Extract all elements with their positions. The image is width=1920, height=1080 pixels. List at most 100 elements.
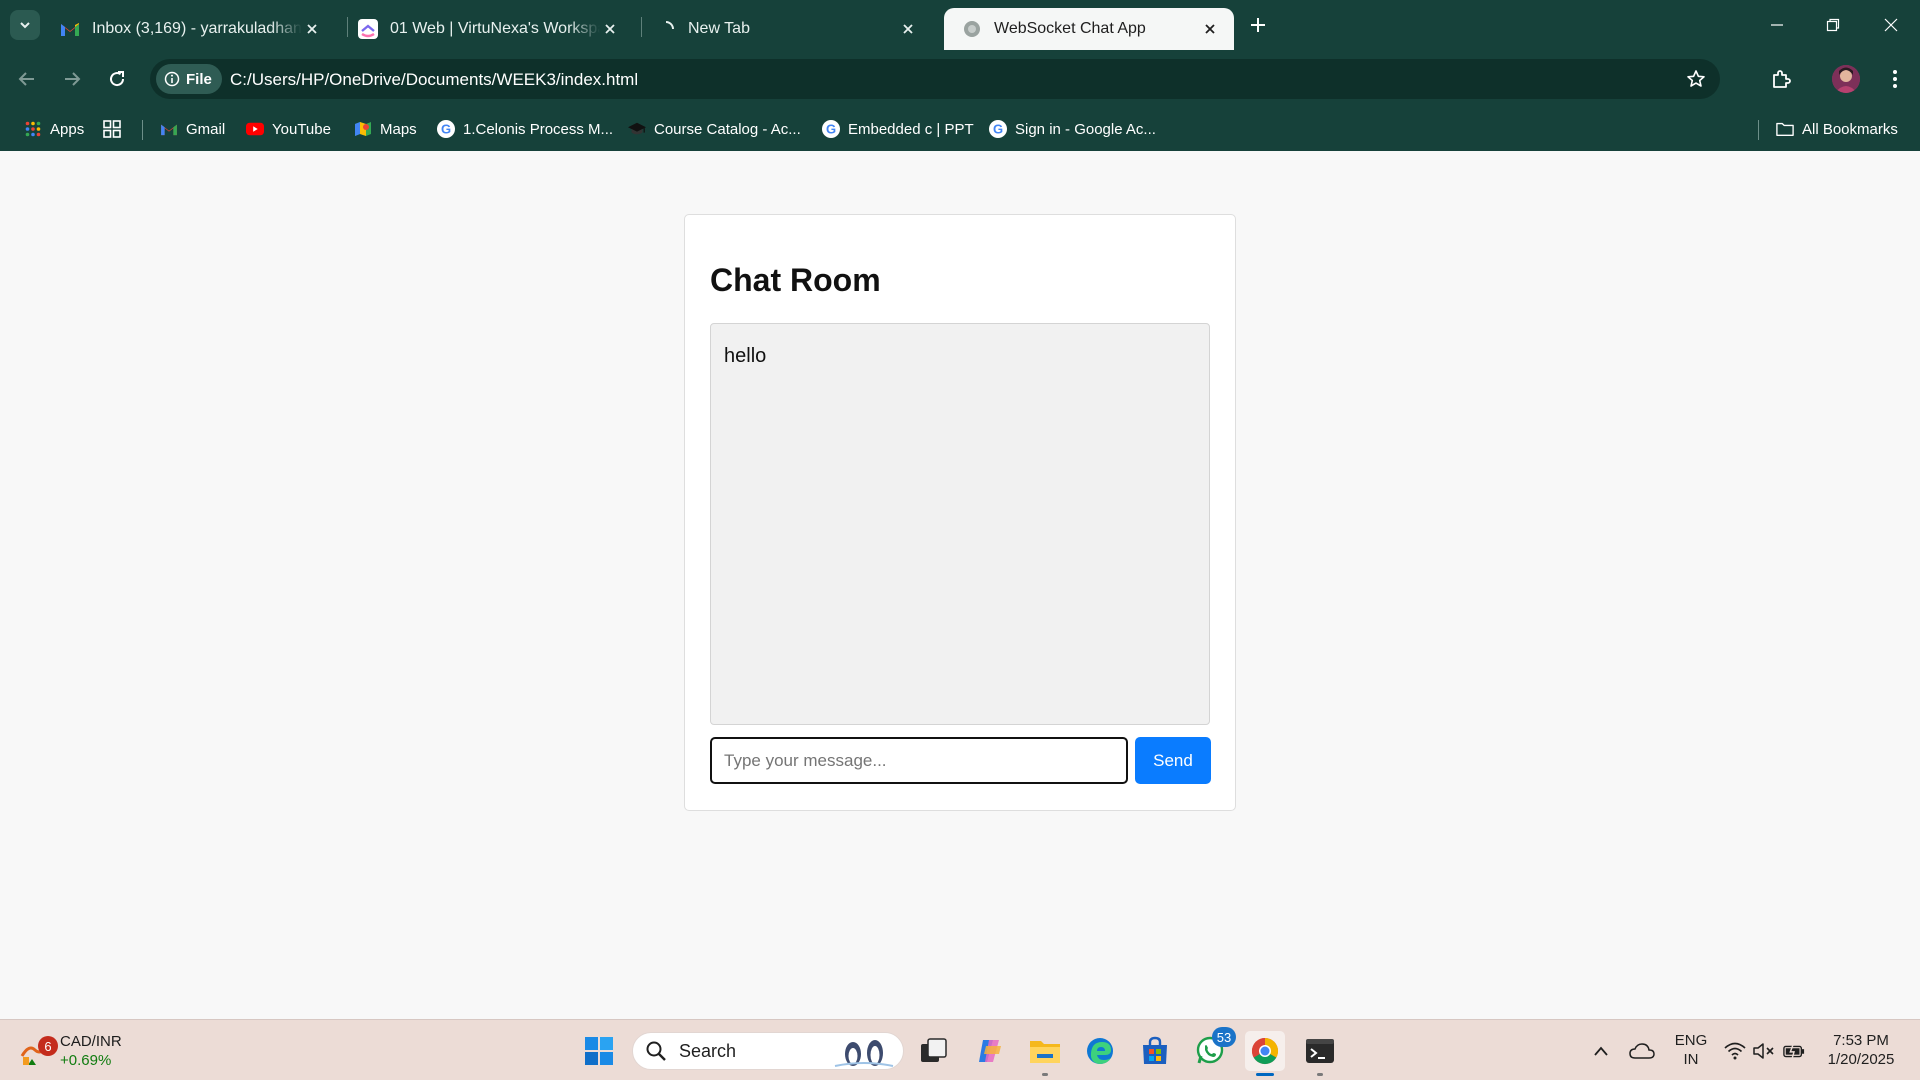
tab-groups-icon (103, 120, 121, 138)
chat-message: hello (724, 345, 767, 367)
whatsapp-button[interactable]: 53 (1190, 1027, 1236, 1071)
bookmark-course-catalog[interactable]: Course Catalog - Ac... (628, 116, 801, 142)
minimize-icon (1771, 24, 1783, 26)
page-title: Chat Room (710, 262, 881, 298)
restore-icon (1826, 18, 1840, 32)
store-icon (1143, 1036, 1167, 1064)
region-code: IN (1683, 1051, 1699, 1068)
close-tab-icon[interactable] (898, 19, 918, 39)
search-label: Search (679, 1040, 737, 1061)
bookmark-gmail[interactable]: Gmail (160, 116, 225, 142)
forward-button[interactable] (57, 64, 87, 94)
minimize-button[interactable] (1764, 12, 1790, 38)
loading-spinner-icon (656, 19, 676, 39)
file-explorer-button[interactable] (1025, 1031, 1065, 1076)
browser-tab-strip: Inbox (3,169) - yarrakuladhanalakshmi 01… (0, 0, 1920, 50)
bookmarks-separator (1758, 120, 1759, 140)
bookmark-youtube[interactable]: YouTube (246, 116, 331, 142)
edge-button[interactable] (1080, 1031, 1120, 1071)
terminal-icon (1306, 1039, 1334, 1063)
wifi-status[interactable] (1724, 1040, 1746, 1062)
start-button[interactable] (579, 1031, 619, 1071)
tab-search-button[interactable] (10, 10, 40, 40)
search-highlight-penguins-icon (834, 1040, 894, 1067)
all-bookmarks-label: All Bookmarks (1802, 120, 1898, 138)
bookmark-celonis[interactable]: G 1.Celonis Process M... (437, 116, 613, 142)
site-info-chip[interactable]: File (156, 64, 222, 94)
chat-container: Chat Room hello Send (684, 214, 1236, 811)
clock-date: 1/20/2025 (1827, 1051, 1895, 1068)
bookmark-label: YouTube (272, 120, 331, 138)
copilot-button[interactable] (970, 1031, 1010, 1071)
terminal-button[interactable] (1300, 1031, 1340, 1076)
gmail-icon (60, 19, 80, 39)
bookmarks-bar: Apps Gmail YouTube Maps G 1.Celonis Proc… (0, 108, 1920, 151)
svg-text:G: G (993, 122, 1003, 137)
page-viewport: Chat Room hello Send (0, 151, 1920, 1019)
youtube-icon (246, 120, 264, 138)
star-icon (1687, 70, 1705, 87)
tab-new-tab[interactable]: New Tab (638, 8, 932, 50)
tab-title: WebSocket Chat App (994, 20, 1146, 37)
tab-groups-button[interactable] (103, 116, 129, 142)
graduation-cap-icon (628, 120, 646, 138)
bookmark-apps[interactable]: Apps (24, 116, 84, 142)
address-bar[interactable]: File C:/Users/HP/OneDrive/Documents/WEEK… (150, 59, 1720, 99)
google-icon: G (437, 120, 455, 138)
chrome-button[interactable] (1245, 1031, 1285, 1076)
show-hidden-icons-button[interactable] (1590, 1040, 1612, 1062)
profile-avatar[interactable] (1832, 65, 1860, 93)
clock[interactable]: 7:53 PM 1/20/2025 (1818, 1031, 1904, 1069)
bookmark-label: Sign in - Google Ac... (1015, 120, 1156, 138)
task-view-button[interactable] (914, 1031, 954, 1071)
bookmark-google-sign-in[interactable]: G Sign in - Google Ac... (989, 116, 1156, 142)
google-icon: G (989, 120, 1007, 138)
plus-icon (1251, 18, 1265, 32)
battery-status[interactable] (1783, 1040, 1805, 1062)
tab-title: New Tab (688, 20, 750, 37)
tab-virtunexa-workspace[interactable]: 01 Web | VirtuNexa's Workspace (340, 8, 634, 50)
bookmark-embedded-c[interactable]: G Embedded c | PPT (822, 116, 974, 142)
url-text[interactable]: C:/Users/HP/OneDrive/Documents/WEEK3/ind… (230, 70, 638, 90)
clickup-icon (358, 19, 378, 39)
extensions-button[interactable] (1766, 64, 1796, 94)
close-window-button[interactable] (1878, 12, 1904, 38)
bookmark-star-button[interactable] (1684, 67, 1708, 91)
messages-panel[interactable]: hello (710, 323, 1210, 725)
more-vertical-icon (1893, 70, 1897, 88)
close-tab-icon[interactable] (1200, 19, 1220, 39)
language-code: ENG (1674, 1032, 1708, 1049)
puzzle-icon (1773, 70, 1791, 88)
bookmark-maps[interactable]: Maps (354, 116, 417, 142)
weather-currency-widget[interactable]: 6 CAD/INR +0.69% (20, 1029, 122, 1073)
widget-title: CAD/INR (60, 1033, 122, 1050)
apps-grid-icon (24, 120, 42, 138)
back-button[interactable] (12, 64, 42, 94)
language-indicator[interactable]: ENG IN (1670, 1031, 1712, 1069)
onedrive-button[interactable] (1628, 1040, 1656, 1062)
microsoft-store-button[interactable] (1135, 1031, 1175, 1071)
battery-charging-icon (1783, 1044, 1805, 1059)
cloud-icon (1629, 1043, 1655, 1059)
restore-button[interactable] (1820, 12, 1846, 38)
maps-icon (354, 120, 372, 138)
tab-websocket-chat-app[interactable]: WebSocket Chat App (944, 8, 1234, 50)
search-icon (646, 1041, 666, 1061)
volume-status[interactable] (1753, 1040, 1775, 1062)
send-button[interactable]: Send (1135, 737, 1211, 784)
arrow-left-icon (18, 72, 34, 86)
task-view-icon (921, 1038, 947, 1062)
all-bookmarks-button[interactable]: All Bookmarks (1776, 116, 1898, 142)
tab-gmail-inbox[interactable]: Inbox (3,169) - yarrakuladhanalakshmi (42, 8, 336, 50)
windows-taskbar: 6 CAD/INR +0.69% Search 53 ENG IN 7:53 P… (0, 1019, 1920, 1080)
bookmark-label: Apps (50, 120, 85, 138)
reload-button[interactable] (102, 64, 132, 94)
close-tab-icon[interactable] (302, 19, 322, 39)
close-tab-icon[interactable] (600, 19, 620, 39)
svg-text:G: G (826, 122, 836, 137)
message-input[interactable] (710, 737, 1128, 784)
browser-menu-button[interactable] (1880, 64, 1910, 94)
edge-icon (1087, 1038, 1113, 1064)
taskbar-search[interactable]: Search (632, 1032, 904, 1070)
new-tab-button[interactable] (1245, 12, 1271, 38)
